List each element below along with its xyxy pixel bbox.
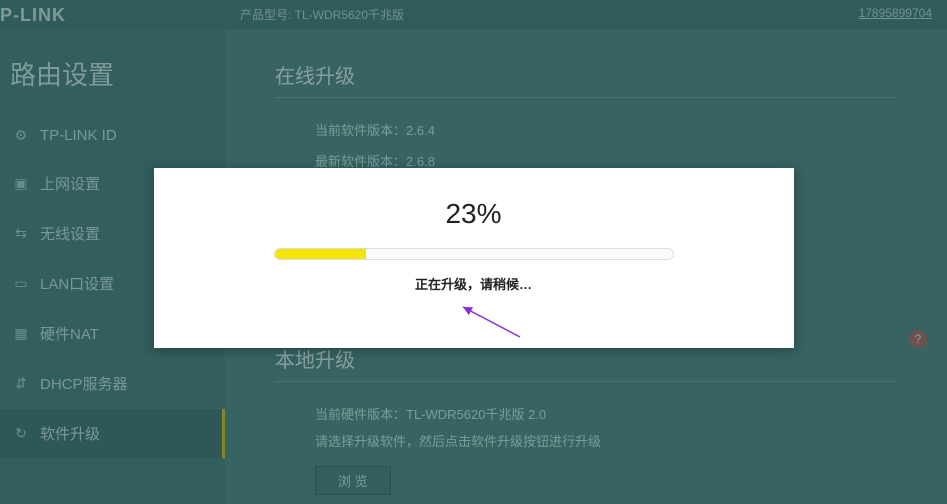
progress-fill bbox=[275, 249, 367, 259]
progress-message: 正在升级，请稍候… bbox=[415, 274, 532, 293]
progress-bar bbox=[274, 248, 674, 260]
annotation-arrow-icon bbox=[455, 302, 525, 342]
progress-percent: 23% bbox=[445, 198, 501, 230]
